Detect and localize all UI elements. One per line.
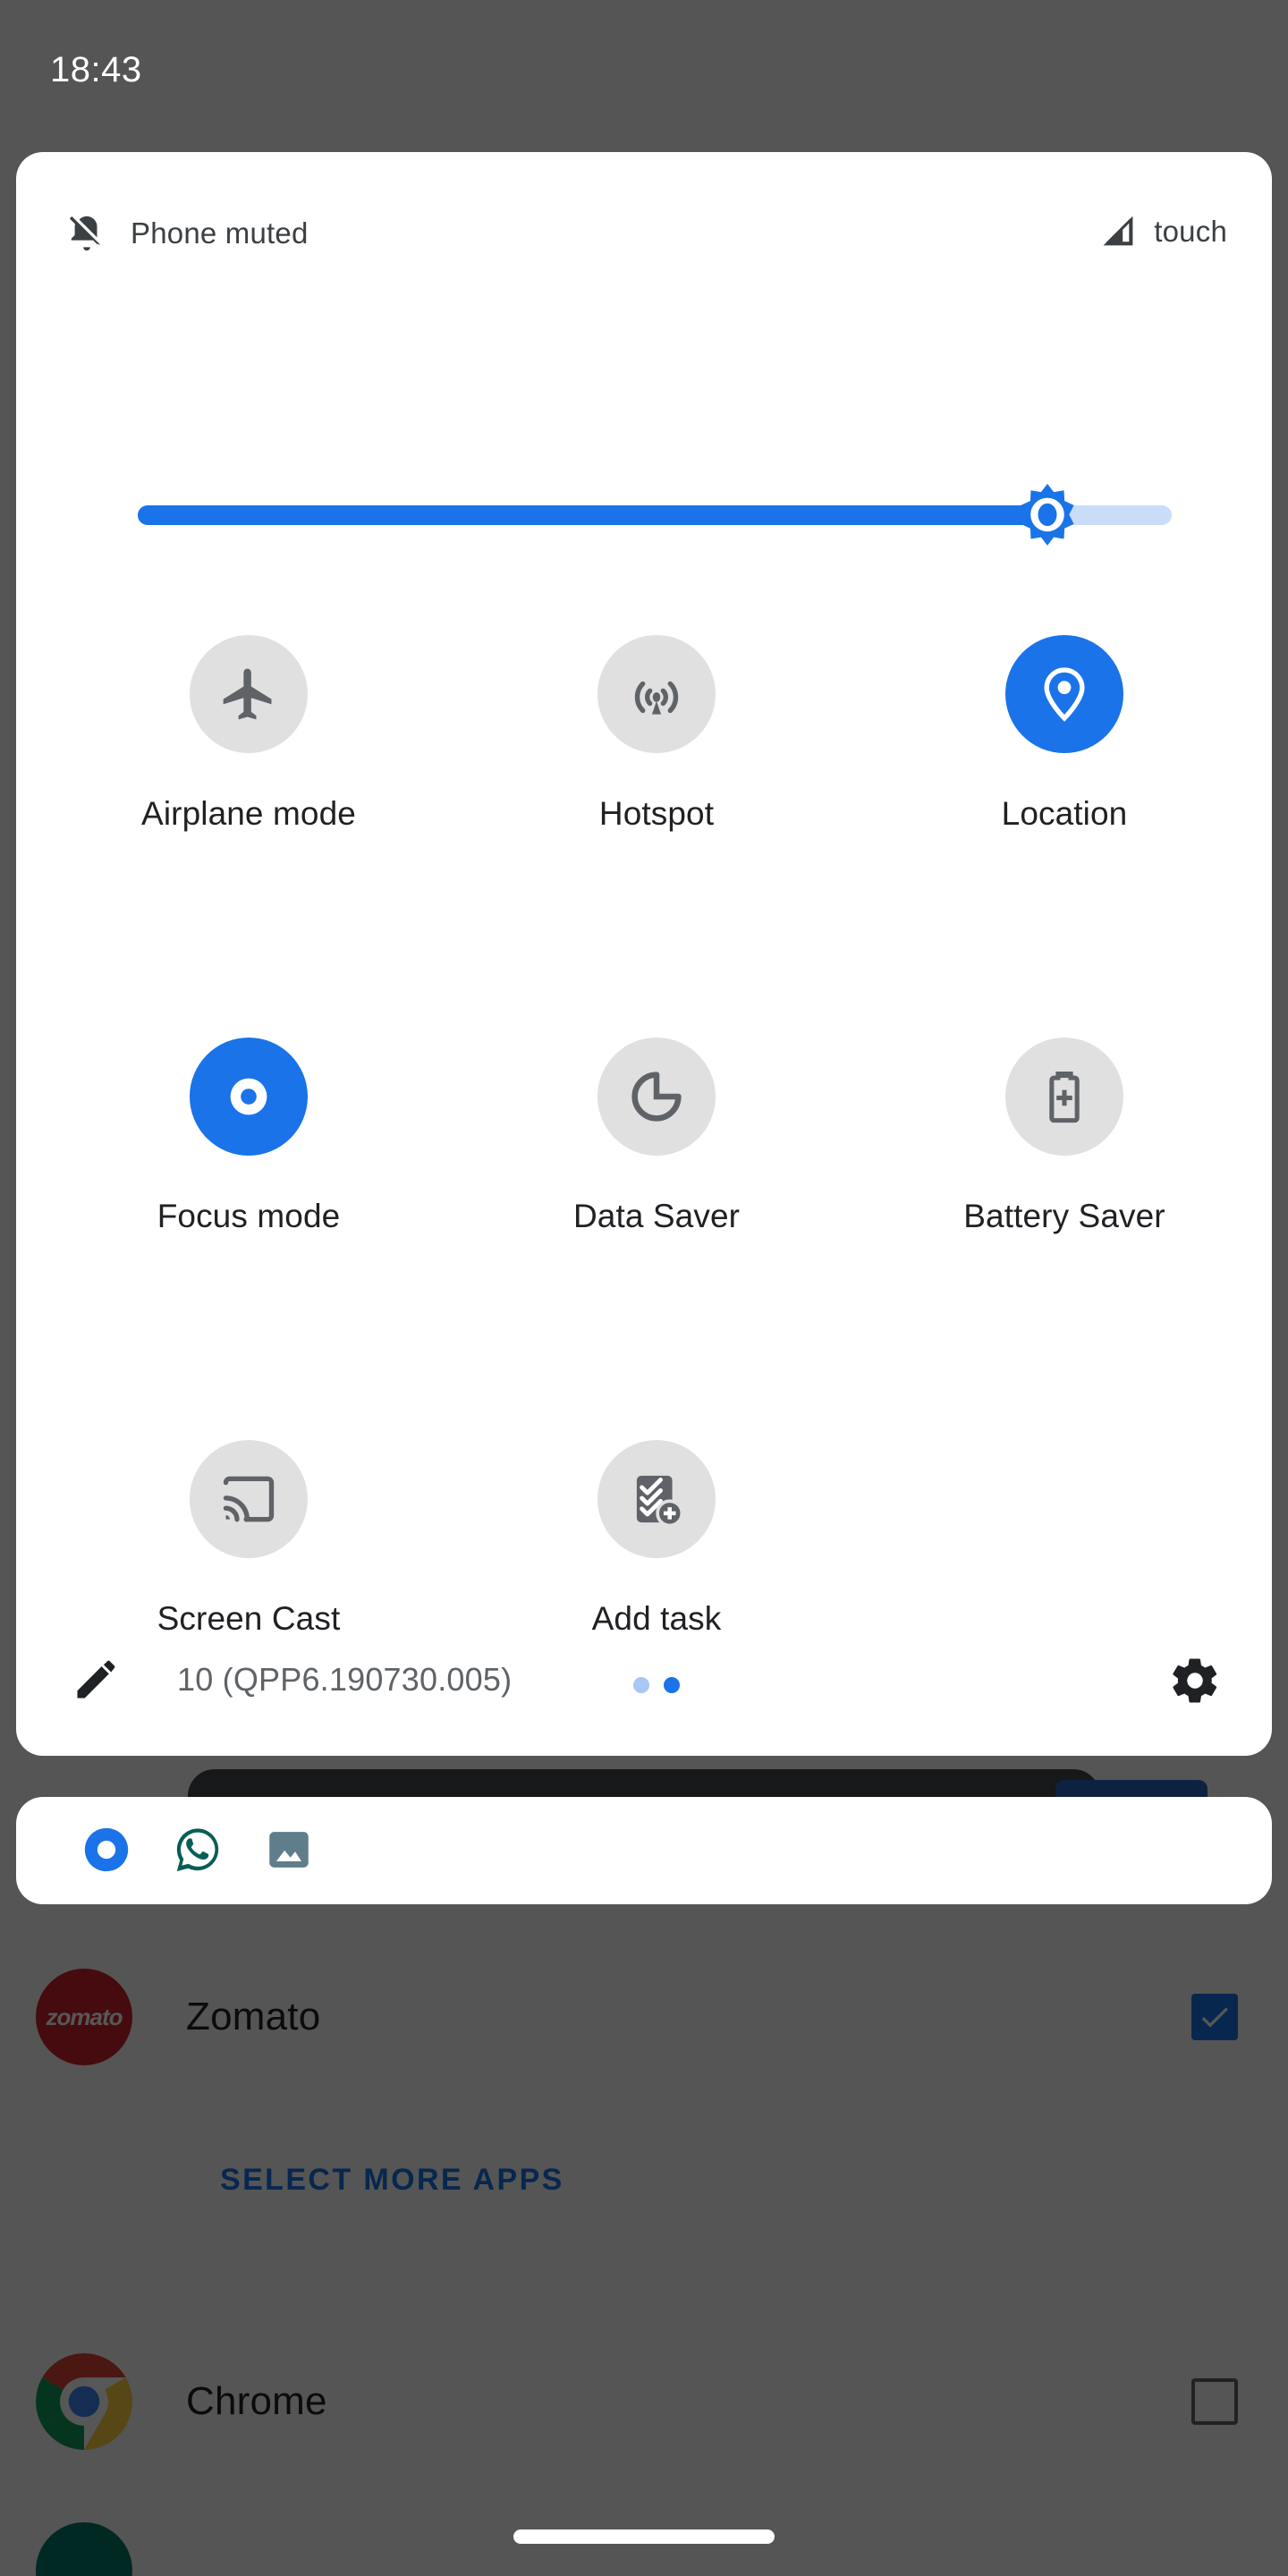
tile-add-task[interactable]: Add task <box>509 1440 804 1638</box>
build-number-label: 10 (QPP6.190730.005) <box>177 1661 513 1698</box>
add-task-icon <box>636 1475 684 1528</box>
tile-label: Data Saver <box>572 1198 741 1234</box>
page-dot-active[interactable] <box>664 1677 680 1693</box>
app-name: Zomato <box>186 1995 321 2038</box>
screen-cast-icon <box>223 1476 275 1522</box>
status-clock: 18:43 <box>50 50 142 89</box>
tile-screen-cast[interactable]: Screen Cast <box>101 1440 396 1638</box>
battery-saver-icon <box>1049 1071 1080 1123</box>
gear-icon[interactable] <box>1168 1654 1222 1707</box>
quick-settings-header: Phone muted touch <box>16 152 1272 268</box>
pencil-icon[interactable] <box>72 1657 118 1704</box>
tile-row: Airplane mode Hotspot Location <box>16 635 1272 1038</box>
chrome-logo-icon <box>36 2353 132 2450</box>
gesture-nav-bar <box>0 2470 1288 2576</box>
tile-icon-bg <box>190 635 308 753</box>
brightness-slider[interactable] <box>138 483 1172 546</box>
tile-hotspot[interactable]: Hotspot <box>509 635 804 833</box>
tile-icon-bg <box>597 1440 716 1558</box>
phone-screen: zomato Zomato SELECT MORE APPS Chrome 18… <box>0 0 1288 2576</box>
tile-icon-bg <box>190 1440 308 1558</box>
list-item[interactable]: Chrome <box>0 2334 1288 2469</box>
home-gesture-pill[interactable] <box>513 2529 775 2544</box>
ringer-status-label: Phone muted <box>131 216 309 250</box>
tile-focus-mode[interactable]: Focus mode <box>101 1038 396 1235</box>
brightness-fill <box>138 505 1048 525</box>
image-icon[interactable] <box>263 1824 315 1876</box>
brightness-thumb[interactable] <box>1014 482 1080 548</box>
page-indicator <box>633 1677 680 1693</box>
tile-airplane-mode[interactable]: Airplane mode <box>101 635 396 833</box>
tile-icon-bg <box>1005 635 1123 753</box>
quick-settings-footer: 10 (QPP6.190730.005) <box>16 1613 1272 1756</box>
airplane-icon <box>223 668 272 720</box>
tile-label: Hotspot <box>598 795 715 832</box>
tile-label: Airplane mode <box>141 795 356 832</box>
focus-mode-icon <box>220 1068 277 1125</box>
quick-settings-panel: Phone muted touch Airplane mode Hotspot … <box>16 152 1272 1756</box>
tile-battery-saver[interactable]: Battery Saver <box>917 1038 1212 1235</box>
notification-strip[interactable] <box>16 1797 1272 1904</box>
whatsapp-icon[interactable] <box>172 1824 224 1876</box>
notification-icons <box>80 1824 315 1876</box>
app-name: Chrome <box>186 2379 327 2423</box>
list-item[interactable]: zomato Zomato <box>0 1950 1288 2084</box>
bell-off-icon <box>69 216 101 251</box>
tile-label: Focus mode <box>157 1198 341 1234</box>
zomato-logo-text: zomato <box>46 2003 123 2030</box>
zomato-logo: zomato <box>36 1969 132 2065</box>
status-bar: 18:43 <box>0 0 1288 152</box>
tile-icon-bg <box>1005 1038 1123 1156</box>
app-checkbox-chrome[interactable] <box>1191 2378 1238 2425</box>
tile-icon-bg <box>597 1038 716 1156</box>
focus-mode-notification-icon[interactable] <box>80 1824 132 1876</box>
tile-label: Location <box>1001 795 1128 832</box>
chrome-logo <box>36 2353 132 2450</box>
app-checkbox-zomato[interactable] <box>1191 1994 1238 2040</box>
tile-label: Battery Saver <box>963 1198 1165 1234</box>
tile-data-saver[interactable]: Data Saver <box>509 1038 804 1235</box>
check-icon <box>1201 2007 1228 2028</box>
location-pin-icon <box>1044 667 1085 722</box>
tile-icon-bg <box>597 635 716 753</box>
ringer-status[interactable]: Phone muted <box>66 213 309 254</box>
tile-row: Focus mode Data Saver Battery Saver <box>16 1038 1272 1440</box>
brightness-sun-icon <box>1021 483 1074 546</box>
carrier-status[interactable]: touch <box>1100 213 1227 250</box>
carrier-label: touch <box>1154 215 1227 248</box>
hotspot-icon <box>634 681 679 715</box>
data-saver-icon <box>631 1072 682 1122</box>
quick-settings-tiles: Airplane mode Hotspot Location Focus mod… <box>16 635 1272 1756</box>
page-dot[interactable] <box>633 1677 649 1693</box>
tile-location[interactable]: Location <box>917 635 1212 833</box>
signal-triangle-icon <box>1103 216 1133 246</box>
select-more-apps-link[interactable]: SELECT MORE APPS <box>220 2163 564 2198</box>
tile-icon-bg <box>190 1038 308 1156</box>
